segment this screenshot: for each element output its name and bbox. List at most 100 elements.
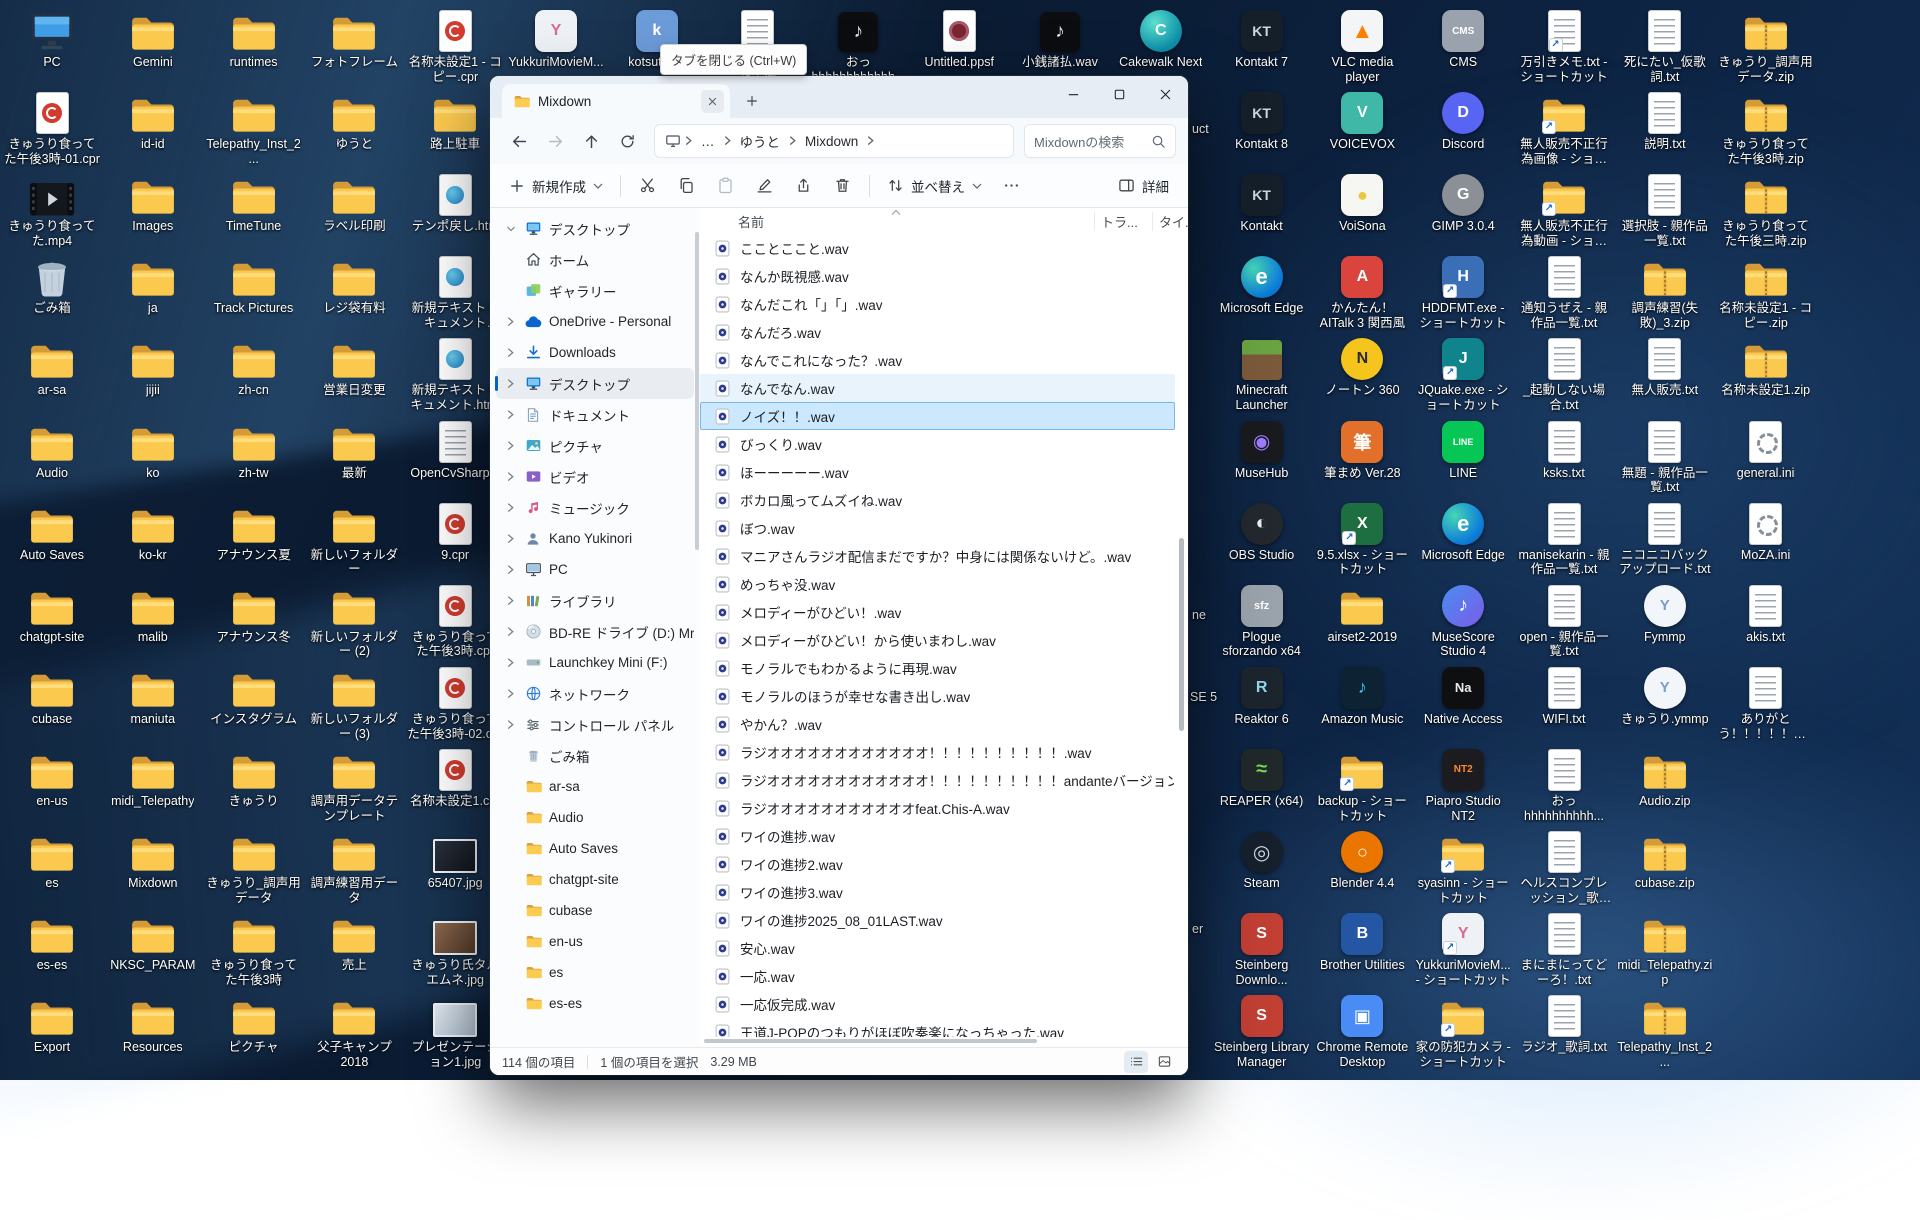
rename-button[interactable] [746, 169, 783, 203]
sidebar-item--[interactable]: ギャラリー [496, 275, 694, 306]
sidebar-item--[interactable]: デスクトップ [496, 213, 694, 244]
desktop-icon[interactable]: 新しいフォルダー [304, 499, 404, 579]
desktop-icon[interactable]: 新しいフォルダー (2) [304, 581, 404, 661]
sidebar-item-kano-yukinori[interactable]: Kano Yukinori [496, 523, 694, 554]
file-row[interactable]: ノイズ！！.wav [700, 402, 1175, 430]
desktop-icon[interactable]: ♪おっhhhhhhhhhhhh... [808, 6, 908, 86]
desktop-icon[interactable]: Y↗YukkuriMovieM... - ショートカット [1413, 909, 1513, 989]
file-row[interactable]: ラジオオオオオオオオオオオオ！！！！！！！！！！.wav [700, 738, 1175, 766]
desktop-icon[interactable]: Gemini [103, 6, 203, 86]
file-row[interactable]: 安心.wav [700, 934, 1175, 962]
sidebar-item-onedrive-personal[interactable]: OneDrive - Personal [496, 306, 694, 337]
column-header-track[interactable]: トラ... [1094, 212, 1152, 231]
sidebar-item-en-us[interactable]: en-us [496, 926, 694, 957]
desktop-icon[interactable]: SSteinberg Library Manager [1212, 991, 1312, 1071]
sidebar-item-downloads[interactable]: Downloads [496, 337, 694, 368]
desktop-icon[interactable]: 父子キャンプ2018 [304, 991, 404, 1071]
sidebar-item-audio[interactable]: Audio [496, 802, 694, 833]
desktop-icon[interactable]: Untitled.ppsf [909, 6, 1009, 86]
sidebar-scrollbar[interactable] [695, 232, 699, 550]
desktop-icon[interactable]: YYukkuriMovieM... [506, 6, 606, 86]
chevron-right-icon[interactable] [506, 347, 515, 358]
desktop-icon[interactable]: ar-sa [2, 334, 102, 414]
file-row[interactable]: ワイの進捗.wav [700, 822, 1175, 850]
refresh-button[interactable] [610, 124, 644, 158]
file-row[interactable]: なんだこれ「」「」.wav [700, 290, 1175, 318]
desktop-icon[interactable]: ごみ箱 [2, 252, 102, 332]
desktop-icon[interactable]: KTKontakt [1212, 170, 1312, 250]
desktop-icon[interactable]: RReaktor 6 [1212, 663, 1312, 743]
desktop-icon[interactable]: 新しいフォルダー (3) [304, 663, 404, 743]
desktop-icon[interactable]: おっhhhhhhhhhh... [1514, 745, 1614, 825]
back-button[interactable] [502, 124, 536, 158]
desktop-icon[interactable]: ▣Chrome Remote Desktop [1312, 991, 1412, 1071]
desktop-icon[interactable]: cubase [2, 663, 102, 743]
desktop-icon[interactable]: Track Pictures [204, 252, 304, 332]
desktop-icon[interactable]: ニコニコバックアップロード.txt [1615, 499, 1715, 579]
scrollbar-thumb[interactable] [704, 1039, 1037, 1043]
titlebar-drag-area[interactable] [767, 76, 1050, 118]
breadcrumb-overflow[interactable]: … [696, 131, 720, 152]
sidebar-item-es[interactable]: es [496, 957, 694, 988]
desktop-icon[interactable]: NT2Piapro Studio NT2 [1413, 745, 1513, 825]
desktop-icon[interactable]: Yきゅうり.ymmp [1615, 663, 1715, 743]
chevron-right-icon[interactable] [506, 471, 515, 482]
file-row[interactable]: モノラルのほうが幸せな書き出し.wav [700, 682, 1175, 710]
thumbnail-view-button[interactable] [1152, 1051, 1176, 1073]
desktop-icon[interactable]: ↗万引きメモ.txt - ショートカット [1514, 6, 1614, 86]
desktop-icon[interactable]: 最新 [304, 417, 404, 497]
copy-button[interactable] [668, 169, 705, 203]
desktop-icon[interactable]: maniuta [103, 663, 203, 743]
delete-button[interactable] [824, 169, 861, 203]
desktop-icon[interactable]: jijii [103, 334, 203, 414]
sidebar-item--[interactable]: ピクチャ [496, 430, 694, 461]
chevron-right-icon[interactable] [506, 719, 515, 730]
desktop-icon[interactable]: ♪MuseScore Studio 4 [1413, 581, 1513, 661]
sidebar-item-es-es[interactable]: es-es [496, 988, 694, 1019]
desktop-icon[interactable]: cubase.zip [1615, 827, 1715, 907]
desktop-icon[interactable]: きゅうり食ってた午後3時.zip [1716, 88, 1816, 168]
file-row[interactable]: 王道J-POPのつもりがほぼ吹奏楽になっちゃった.wav [700, 1018, 1175, 1037]
desktop-icon[interactable]: 説明.txt [1615, 88, 1715, 168]
file-row[interactable]: ぼつ.wav [700, 514, 1175, 542]
file-row[interactable]: モノラルでもわかるように再現.wav [700, 654, 1175, 682]
file-row[interactable]: なんか既視感.wav [700, 262, 1175, 290]
desktop-icon[interactable]: Minecraft Launcher [1212, 334, 1312, 414]
desktop-icon[interactable]: ▲VLC media player [1312, 6, 1412, 86]
desktop-icon[interactable]: en-us [2, 745, 102, 825]
desktop-icon[interactable]: Nノートン 360 [1312, 334, 1412, 414]
desktop-icon[interactable]: フォトフレーム [304, 6, 404, 86]
desktop-icon[interactable]: KTKontakt 7 [1212, 6, 1312, 86]
desktop-icon[interactable]: midi_Telepathy [103, 745, 203, 825]
maximize-button[interactable] [1096, 76, 1142, 112]
sidebar-item-chatgpt-site[interactable]: chatgpt-site [496, 864, 694, 895]
file-row[interactable]: こことここと.wav [700, 234, 1175, 262]
sidebar-item--[interactable]: ネットワーク [496, 678, 694, 709]
sidebar-item--[interactable]: ごみ箱 [496, 740, 694, 771]
file-row[interactable]: やかん？.wav [700, 710, 1175, 738]
desktop-icon[interactable]: ◉MuseHub [1212, 417, 1312, 497]
sidebar-item-auto-saves[interactable]: Auto Saves [496, 833, 694, 864]
desktop-icon[interactable]: zh-cn [204, 334, 304, 414]
desktop-icon[interactable]: eMicrosoft Edge [1212, 252, 1312, 332]
desktop-icon[interactable]: Mixdown [103, 827, 203, 907]
horizontal-scrollbar[interactable] [704, 1038, 1166, 1044]
up-button[interactable] [574, 124, 608, 158]
file-row[interactable]: ワイの進捗2.wav [700, 850, 1175, 878]
sidebar-item--[interactable]: ホーム [496, 244, 694, 275]
desktop-icon[interactable]: まにまにってどーろ！.txt [1514, 909, 1614, 989]
sidebar-item-pc[interactable]: PC [496, 554, 694, 585]
desktop-icon[interactable]: きゅうり食ってた.mp4 [2, 170, 102, 250]
desktop-icon[interactable]: LINELINE [1413, 417, 1513, 497]
desktop-icon[interactable]: Aかんたん！AITalk 3 関西風 [1312, 252, 1412, 332]
file-row[interactable]: びっくり.wav [700, 430, 1175, 458]
desktop-icon[interactable]: YFymmp [1615, 581, 1715, 661]
desktop-icon[interactable]: Audio.zip [1615, 745, 1715, 825]
desktop-icon[interactable]: ja [103, 252, 203, 332]
search-box[interactable]: Mixdownの検索 [1024, 124, 1176, 158]
desktop-icon[interactable]: es-es [2, 909, 102, 989]
sidebar-item-bd-re-d-mrpc2-[interactable]: BD-RE ドライブ (D:) MrPC2... [496, 616, 694, 647]
desktop-icon[interactable]: runtimes [204, 6, 304, 86]
desktop-icon[interactable]: ゆうと [304, 88, 404, 168]
desktop-icon[interactable]: ↗無人販売不正行為動画 - ショートカット [1514, 170, 1614, 250]
